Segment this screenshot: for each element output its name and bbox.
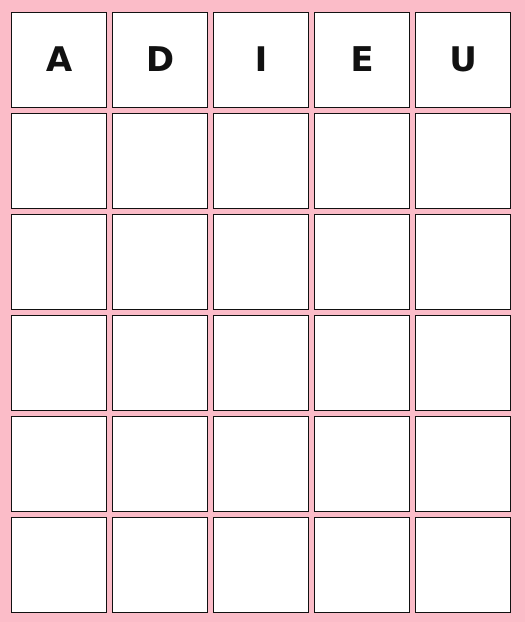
tile-r1-c2[interactable]: D (112, 12, 208, 108)
tile-r1-c1[interactable]: A (11, 12, 107, 108)
game-board: A D I E U (0, 0, 525, 622)
tile-r3-c4[interactable] (314, 214, 410, 310)
guess-row-1: A D I E U (11, 12, 525, 108)
tile-r5-c3[interactable] (213, 416, 309, 512)
tile-r2-c5[interactable] (415, 113, 511, 209)
tile-r2-c4[interactable] (314, 113, 410, 209)
tile-r5-c1[interactable] (11, 416, 107, 512)
tile-r3-c3[interactable] (213, 214, 309, 310)
tile-r4-c3[interactable] (213, 315, 309, 411)
guess-row-6 (11, 517, 525, 613)
guess-row-4 (11, 315, 525, 411)
tile-r4-c5[interactable] (415, 315, 511, 411)
tile-r4-c2[interactable] (112, 315, 208, 411)
tile-r6-c3[interactable] (213, 517, 309, 613)
tile-r6-c2[interactable] (112, 517, 208, 613)
tile-r2-c2[interactable] (112, 113, 208, 209)
tile-r3-c2[interactable] (112, 214, 208, 310)
tile-r6-c1[interactable] (11, 517, 107, 613)
tile-r2-c3[interactable] (213, 113, 309, 209)
tile-r1-c3[interactable]: I (213, 12, 309, 108)
guess-row-2 (11, 113, 525, 209)
guess-row-3 (11, 214, 525, 310)
tile-r3-c5[interactable] (415, 214, 511, 310)
tile-r5-c4[interactable] (314, 416, 410, 512)
tile-r1-c5[interactable]: U (415, 12, 511, 108)
tile-r5-c2[interactable] (112, 416, 208, 512)
tile-r1-c4[interactable]: E (314, 12, 410, 108)
tile-r2-c1[interactable] (11, 113, 107, 209)
guess-row-5 (11, 416, 525, 512)
tile-r3-c1[interactable] (11, 214, 107, 310)
tile-r5-c5[interactable] (415, 416, 511, 512)
tile-r6-c4[interactable] (314, 517, 410, 613)
tile-r4-c1[interactable] (11, 315, 107, 411)
tile-r4-c4[interactable] (314, 315, 410, 411)
tile-r6-c5[interactable] (415, 517, 511, 613)
